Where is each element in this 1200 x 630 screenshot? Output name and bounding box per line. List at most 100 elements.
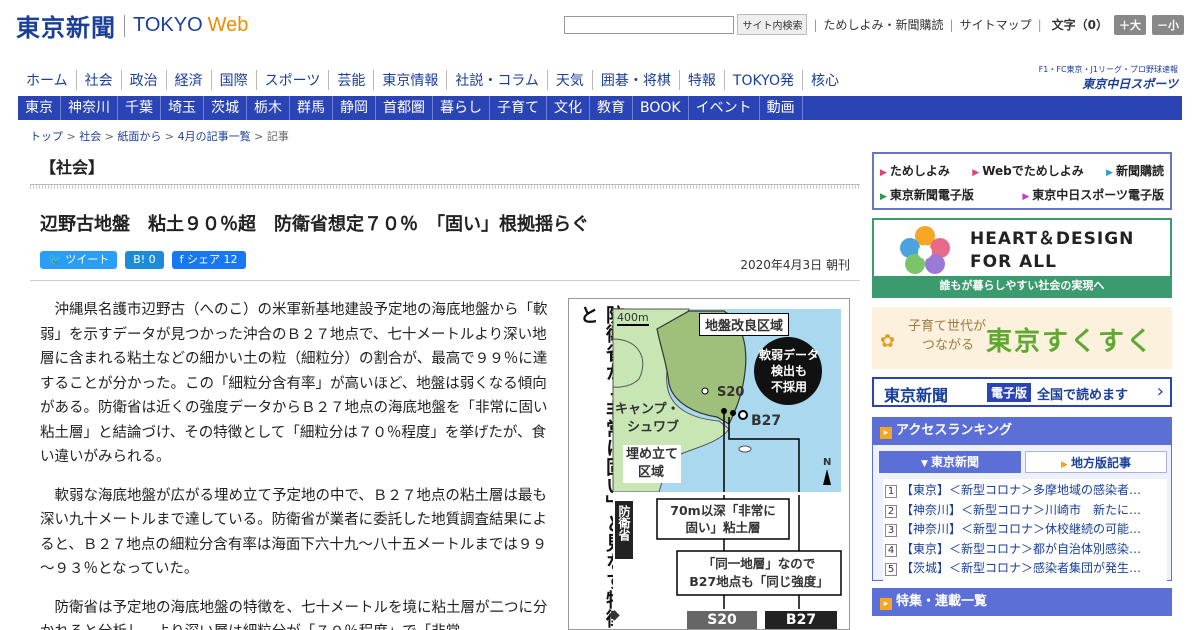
sports-logo-caption: F1・FC東京・J1リーグ・プロ野球速報 bbox=[1038, 65, 1178, 74]
breadcrumb-society[interactable]: 社会 bbox=[79, 130, 101, 143]
label-b27: B27 bbox=[751, 413, 782, 429]
ranking-box: ▼ 東京新聞 ▶ 地方版記事 1 【東京】＜新型コロナ＞多摩地域の感染者… 2 【神… bbox=[872, 445, 1172, 581]
label-reject-line: 軟弱データ bbox=[759, 348, 820, 362]
label-camp: キャンプ・ シュワブ bbox=[615, 401, 680, 437]
triangle-right-icon: ▶ bbox=[880, 167, 887, 178]
region-item-culture[interactable]: 文化 bbox=[547, 96, 590, 120]
region-item-gunma[interactable]: 群馬 bbox=[290, 96, 333, 120]
region-item-saitama[interactable]: 埼玉 bbox=[161, 96, 204, 120]
region-item-video[interactable]: 動画 bbox=[760, 96, 803, 120]
nav-item-go-shogi[interactable]: 囲碁・将棋 bbox=[591, 70, 679, 90]
divider: | bbox=[813, 17, 818, 32]
breadcrumb-print[interactable]: 紙面から bbox=[117, 130, 161, 143]
e-paper-banner[interactable]: 東京新聞 電子版 全国で読めます › bbox=[872, 377, 1172, 407]
region-item-ibaraki[interactable]: 茨城 bbox=[204, 96, 247, 120]
facebook-share-button[interactable]: f シェア 12 bbox=[171, 251, 246, 269]
nav-item-politics[interactable]: 政治 bbox=[120, 70, 166, 90]
ranking-header: ▸ アクセスランキング bbox=[872, 417, 1172, 445]
divider bbox=[30, 280, 860, 281]
ranking-item[interactable]: 3 【神奈川】＜新型コロナ＞休校継続の可能… bbox=[885, 520, 1165, 540]
ranking-item[interactable]: 1 【東京】＜新型コロナ＞多摩地域の感染者… bbox=[885, 481, 1165, 501]
chunichi-sports-e-paper-link[interactable]: ▶ 東京中日スポーツ電子版 bbox=[1022, 186, 1164, 203]
twitter-icon: 🐦 bbox=[48, 253, 66, 266]
breadcrumb-top[interactable]: トップ bbox=[30, 130, 63, 143]
region-item-event[interactable]: イベント bbox=[689, 96, 760, 120]
region-item-shutoken[interactable]: 首都圏 bbox=[376, 96, 433, 120]
nav-item-tokuho[interactable]: 特報 bbox=[678, 70, 724, 90]
rank-number: 3 bbox=[885, 524, 897, 537]
chunichi-sports-logo[interactable]: F1・FC東京・J1リーグ・プロ野球速報 東京中日スポーツ bbox=[1039, 64, 1178, 92]
sitemap-link[interactable]: サイトマップ bbox=[960, 16, 1032, 33]
label-fill-area: 埋め立て 区域 bbox=[623, 445, 682, 483]
nav-item-kakushin[interactable]: 核心 bbox=[801, 70, 847, 90]
nav-item-home[interactable]: ホーム bbox=[18, 70, 76, 90]
e-paper-badge: 電子版 bbox=[987, 383, 1032, 402]
web-trial-read-link[interactable]: ▶ Webでためしよみ bbox=[972, 162, 1083, 179]
sukusuku-caption: 子育て世代が つながる bbox=[908, 317, 986, 355]
nav-item-tokyo-info[interactable]: 東京情報 bbox=[373, 70, 446, 90]
nav-item-sports[interactable]: スポーツ bbox=[255, 70, 329, 90]
ranking-item[interactable]: 5 【茨城】＜新型コロナ＞感染者集団が発生… bbox=[885, 559, 1165, 579]
trial-read-link[interactable]: ▶ ためしよみ bbox=[880, 162, 950, 179]
heart-design-banner[interactable]: HEART＆DESIGN FOR ALL 誰もが暮らしやすい社会の実現へ bbox=[872, 218, 1172, 298]
breadcrumb-current: 記事 bbox=[266, 130, 289, 143]
font-smaller-button[interactable]: －小 bbox=[1152, 14, 1184, 35]
tweet-button[interactable]: 🐦 ツイート bbox=[40, 251, 118, 269]
region-item-kanagawa[interactable]: 神奈川 bbox=[61, 96, 118, 120]
box-deep-clay-text: 70m以深「非常に 固い」粘土層 bbox=[661, 502, 785, 536]
label-fill-line: 埋め立て bbox=[626, 447, 679, 462]
tab-tokyo-shimbun[interactable]: ▼ 東京新聞 bbox=[879, 451, 1021, 473]
font-larger-button[interactable]: ＋大 bbox=[1114, 14, 1146, 35]
article-date: 2020年4月3日 朝刊 bbox=[740, 258, 850, 272]
tweet-label: ツイート bbox=[65, 253, 110, 266]
region-item-book[interactable]: BOOK bbox=[633, 96, 689, 120]
site-search-input[interactable] bbox=[564, 15, 735, 34]
nav-item-weather[interactable]: 天気 bbox=[546, 70, 592, 90]
region-item-tokyo[interactable]: 東京 bbox=[18, 96, 61, 120]
site-logo[interactable]: 東京新聞 TOKYO Web bbox=[16, 8, 248, 43]
box-same-strength-line: B27地点も「同じ強度」 bbox=[689, 574, 829, 589]
island bbox=[738, 445, 752, 453]
label-improvement-area: 地盤改良区域 bbox=[699, 313, 790, 336]
ranking-item-title: 【茨城】＜新型コロナ＞感染者集団が発生… bbox=[901, 561, 1142, 575]
region-item-parenting[interactable]: 子育て bbox=[490, 96, 547, 120]
chunichi-sports-e-paper-label: 東京中日スポーツ電子版 bbox=[1032, 187, 1164, 202]
tab-tokyo-shimbun-label: 東京新聞 bbox=[931, 455, 980, 469]
nav-item-tokyo-hatsu[interactable]: TOKYO発 bbox=[723, 70, 802, 90]
trial-subscribe-link[interactable]: ためしよみ・新聞購読 bbox=[824, 16, 944, 33]
breadcrumb-april-list[interactable]: 4月の記事一覧 bbox=[178, 130, 251, 143]
nav-item-editorial[interactable]: 社説・コラム bbox=[446, 70, 547, 90]
triangle-down-icon: ▼ bbox=[920, 459, 932, 469]
mod-tag: 防衛省 bbox=[617, 505, 631, 541]
subscribe-link[interactable]: ▶ 新聞購読 bbox=[1106, 162, 1164, 179]
label-reject: 軟弱データ 検出も 不採用 bbox=[759, 347, 819, 395]
nav-item-society[interactable]: 社会 bbox=[75, 70, 121, 90]
article-body: 沖縄県名護市辺野古（へのこ）の米軍新基地建設予定地の海底地盤から「軟弱」を示すデ… bbox=[40, 298, 552, 630]
region-item-chiba[interactable]: 千葉 bbox=[118, 96, 161, 120]
ranking-item[interactable]: 4 【東京】＜新型コロナ＞都が自治体別感染… bbox=[885, 540, 1165, 560]
hatena-bookmark-button[interactable]: B! 0 bbox=[125, 251, 164, 269]
quick-links-row: ▶ 東京新聞電子版 ▶ 東京中日スポーツ電子版 bbox=[880, 182, 1164, 206]
article-figure[interactable]: 防衛省が「非常に固い」と見なす特徴と 400m 地 bbox=[568, 298, 850, 630]
b27-marker bbox=[738, 410, 748, 420]
trial-read-label: ためしよみ bbox=[889, 163, 950, 178]
sidebar-quick-links: ▶ ためしよみ ▶ Webでためしよみ ▶ 新聞購読 ▶ 東京新聞電子版 ▶ 東京中日スポ… bbox=[872, 152, 1172, 210]
subscribe-label: 新聞購読 bbox=[1115, 163, 1164, 178]
logo-separator bbox=[124, 14, 125, 37]
e-paper-link[interactable]: ▶ 東京新聞電子版 bbox=[880, 186, 974, 203]
region-item-education[interactable]: 教育 bbox=[590, 96, 633, 120]
region-item-tochigi[interactable]: 栃木 bbox=[247, 96, 290, 120]
triangle-right-icon: ▶ bbox=[880, 191, 887, 202]
tokyo-sukusuku-banner[interactable]: ✿ 子育て世代が つながる 東京すくすく bbox=[872, 307, 1172, 369]
site-search-button[interactable]: サイト内検索 bbox=[737, 14, 808, 35]
region-item-living[interactable]: 暮らし bbox=[433, 96, 490, 120]
main-nav: ホーム 社会 政治 経済 国際 スポーツ 芸能 東京情報 社説・コラム 天気 囲… bbox=[18, 68, 847, 92]
share-buttons: 🐦 ツイート B! 0 f シェア 12 bbox=[40, 251, 254, 269]
region-item-shizuoka[interactable]: 静岡 bbox=[333, 96, 376, 120]
nav-item-international[interactable]: 国際 bbox=[210, 70, 256, 90]
ranking-item[interactable]: 2 【神奈川】＜新型コロナ＞川崎市 新たに… bbox=[885, 501, 1165, 521]
nav-item-entertainment[interactable]: 芸能 bbox=[328, 70, 373, 90]
tab-local-articles[interactable]: ▶ 地方版記事 bbox=[1025, 451, 1167, 473]
sukusuku-caption-line: 子育て世代が bbox=[908, 319, 987, 334]
nav-item-economy[interactable]: 経済 bbox=[165, 70, 211, 90]
